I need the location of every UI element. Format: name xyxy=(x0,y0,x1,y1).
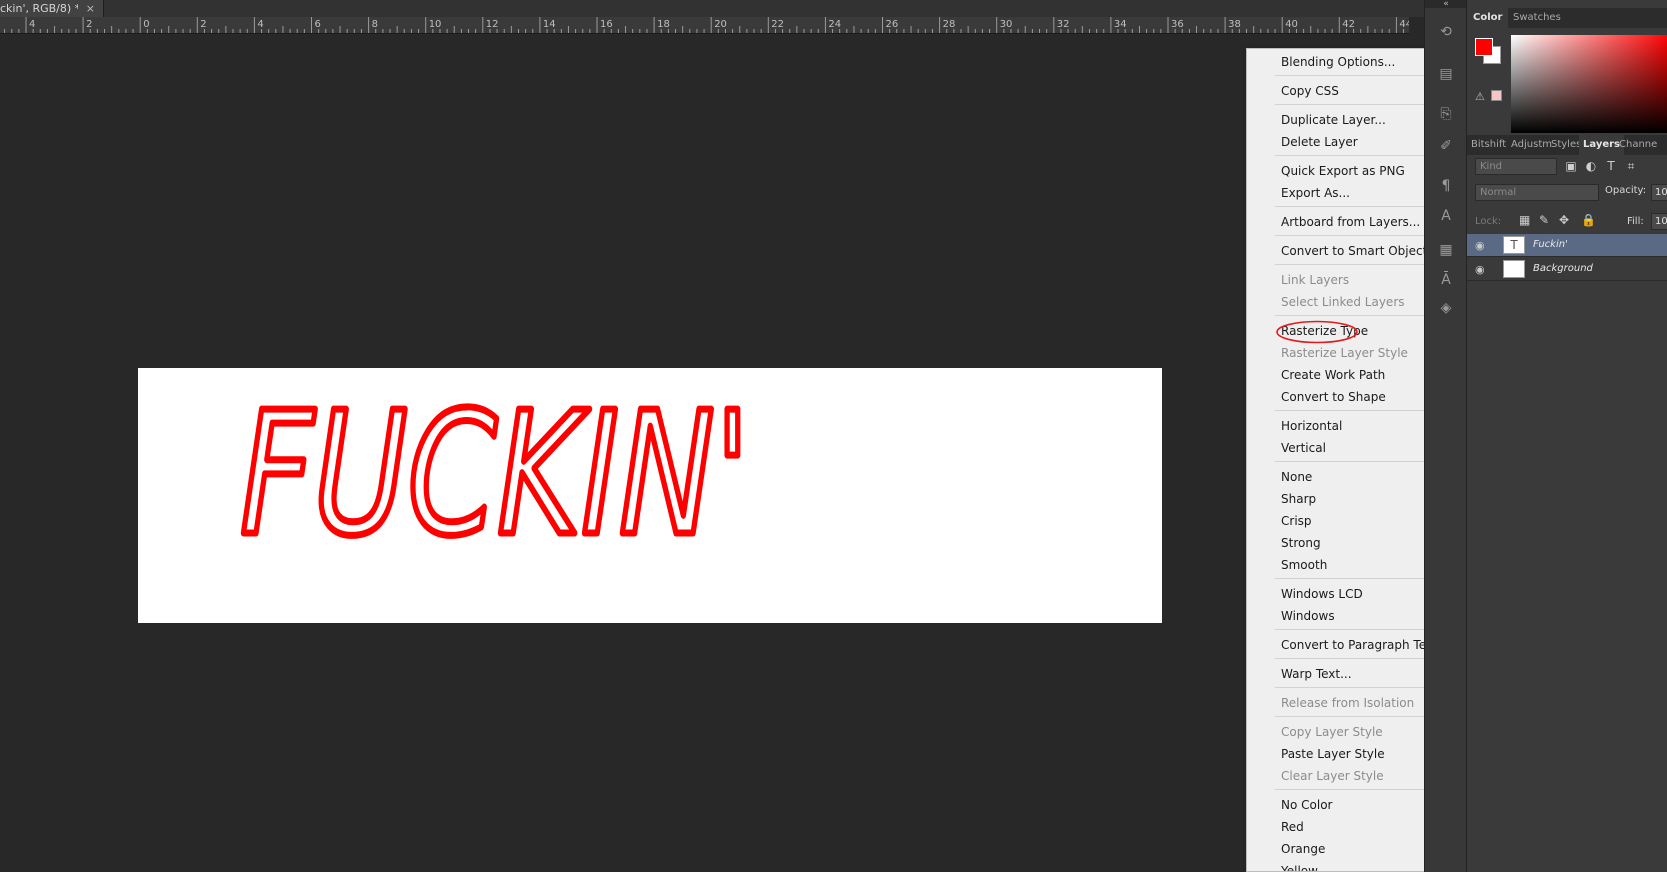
tab-channels[interactable]: Channe xyxy=(1615,135,1661,155)
tab-strip xyxy=(104,0,1424,17)
text-layer-thumbnail: T xyxy=(1503,236,1525,254)
document-tab-title: ckin', RGB/8) * xyxy=(0,2,78,15)
ruler-label: 16 xyxy=(600,19,613,30)
layer-filter-kind-select[interactable]: Kind xyxy=(1475,158,1557,175)
lock-label: Lock: xyxy=(1475,216,1502,227)
document-canvas[interactable]: FUCKIN' xyxy=(138,368,1162,623)
collapse-panels-icon[interactable]: « xyxy=(1425,0,1467,9)
background-layer-thumbnail xyxy=(1503,260,1525,278)
panel-icon-strip: « ⟲ ▤ ⎘ ✐ ¶ A ▦ Ā ◈ xyxy=(1424,0,1467,872)
brush-icon[interactable]: ✐ xyxy=(1436,136,1456,156)
history-icon[interactable]: ⟲ xyxy=(1436,22,1456,42)
brush-presets-icon[interactable]: ▤ xyxy=(1436,64,1456,84)
3d-icon[interactable]: ◈ xyxy=(1436,298,1456,318)
ruler-label: 24 xyxy=(828,19,842,30)
tab-swatches[interactable]: Swatches xyxy=(1507,8,1567,28)
ruler-label: 30 xyxy=(999,19,1013,30)
ruler-label: 18 xyxy=(657,19,670,30)
color-spectrum[interactable] xyxy=(1511,35,1667,133)
gamut-warning-icon: ⚠ xyxy=(1475,90,1485,103)
lock-position-icon[interactable]: ✥ xyxy=(1559,213,1569,227)
character-styles-icon[interactable]: Ā xyxy=(1436,270,1456,290)
horizontal-ruler[interactable]: 4 2 0 2 4 6 8 10 12 14 16 18 20 22 24 26 28 30 32 34 36 38 40 4… xyxy=(0,17,1409,34)
ruler-label: 20 xyxy=(714,19,727,30)
gamut-warning-swatch[interactable] xyxy=(1491,90,1502,101)
tab-bitshift[interactable]: Bitshift xyxy=(1467,135,1510,155)
ruler-label: 14 xyxy=(542,19,556,30)
opacity-input[interactable]: 100 xyxy=(1651,184,1667,201)
adjustment-filter-icon[interactable]: ◐ xyxy=(1583,158,1599,174)
character-icon[interactable]: A xyxy=(1436,206,1456,226)
opacity-label: Opacity: xyxy=(1605,185,1647,196)
fill-label: Fill: xyxy=(1627,216,1644,227)
clone-source-icon[interactable]: ⎘ xyxy=(1436,104,1456,124)
layers-panel-tabs: Bitshift Adjustm Styles Layers Channe xyxy=(1467,135,1667,155)
layer-name[interactable]: Fuckin' xyxy=(1533,239,1568,250)
type-filter-icon[interactable]: T xyxy=(1603,158,1619,174)
ruler-label: 38 xyxy=(1228,19,1241,30)
document-tab[interactable]: ckin', RGB/8) * × xyxy=(0,0,104,17)
layer-row-fuckin[interactable]: ◉ T Fuckin' xyxy=(1467,234,1667,257)
layer-row-background[interactable]: ◉ Background xyxy=(1467,258,1667,281)
ruler-label: 4 xyxy=(29,19,36,30)
lock-pixels-icon[interactable]: ✎ xyxy=(1539,213,1549,227)
right-panel-area: Color Swatches ⚠ Bitshift Adjustm Styles… xyxy=(1466,0,1667,872)
ruler-ticks xyxy=(4,17,1405,33)
photoshop-window: ckin', RGB/8) * × 4 2 0 2 4 6 8 10 12 14 16 18 20 22 2… xyxy=(0,0,1667,872)
visibility-eye-icon[interactable]: ◉ xyxy=(1475,239,1485,252)
color-panel-tabs: Color Swatches xyxy=(1467,8,1667,28)
fill-input[interactable]: 100 xyxy=(1651,213,1667,230)
ruler-label: 42 xyxy=(1342,19,1356,30)
visibility-eye-icon[interactable]: ◉ xyxy=(1475,263,1485,276)
ruler-label: 28 xyxy=(942,19,956,30)
close-icon[interactable]: × xyxy=(86,0,95,17)
shape-filter-icon[interactable]: ⌗ xyxy=(1623,158,1639,174)
tab-color[interactable]: Color xyxy=(1467,8,1509,28)
ruler-label: 22 xyxy=(771,19,785,30)
blend-mode-select[interactable]: Normal xyxy=(1475,184,1599,201)
paragraph-icon[interactable]: ¶ xyxy=(1436,176,1456,196)
ruler-label: 36 xyxy=(1171,19,1184,30)
ruler-label: 2 xyxy=(86,19,93,30)
ruler-label: 12 xyxy=(485,19,499,30)
lock-transparency-icon[interactable]: ▦ xyxy=(1519,213,1530,227)
canvas-text-layer[interactable]: FUCKIN' xyxy=(138,368,1162,623)
layer-name[interactable]: Background xyxy=(1533,263,1593,274)
ruler-label: 26 xyxy=(885,19,899,30)
ruler-label: 2 xyxy=(200,19,207,30)
ruler-label: 8 xyxy=(371,19,378,30)
ruler-label: 6 xyxy=(314,19,321,30)
ruler-label: 34 xyxy=(1113,19,1127,30)
ruler-label: 10 xyxy=(428,19,442,30)
color-panel: ⚠ xyxy=(1467,28,1667,138)
ruler-label: 32 xyxy=(1056,19,1070,30)
canvas-text: FUCKIN' xyxy=(240,376,750,574)
lock-all-icon[interactable]: 🔒 xyxy=(1581,213,1596,227)
ruler-label: 44 xyxy=(1399,19,1409,30)
highlight-circle-annotation xyxy=(1276,320,1358,344)
ruler-label: 0 xyxy=(143,19,150,30)
image-filter-icon[interactable]: ▣ xyxy=(1563,158,1579,174)
ruler-label: 40 xyxy=(1285,19,1298,30)
foreground-color-swatch[interactable] xyxy=(1475,38,1493,56)
glyphs-icon[interactable]: ▦ xyxy=(1436,240,1456,260)
ruler-label: 4 xyxy=(257,19,264,30)
